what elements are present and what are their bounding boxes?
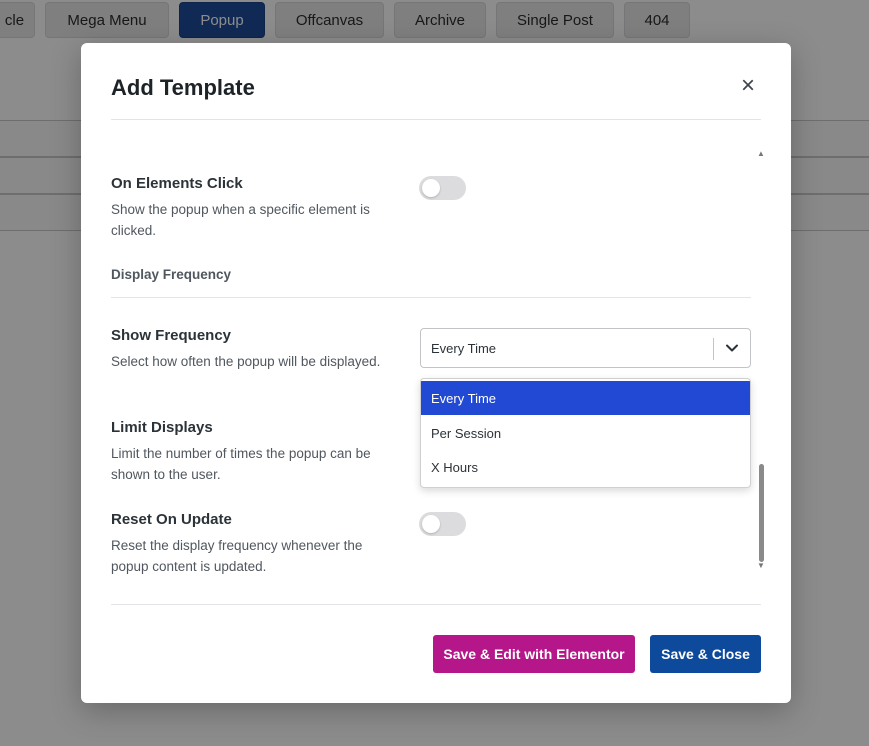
- option-every-time[interactable]: Every Time: [421, 381, 750, 415]
- setting-label: Reset On Update: [111, 511, 232, 528]
- setting-description: Select how often the popup will be displ…: [111, 354, 381, 369]
- footer-divider: [111, 604, 761, 605]
- show-frequency-select[interactable]: Every Time: [420, 328, 751, 368]
- select-value: Every Time: [431, 341, 497, 356]
- scroll-down-arrow-icon[interactable]: ▼: [757, 562, 765, 570]
- toggle-knob: [422, 179, 440, 197]
- setting-label: Show Frequency: [111, 327, 232, 344]
- setting-description: Limit the number of times the popup can …: [111, 446, 371, 482]
- settings-scroll-area[interactable]: On Elements Click Show the popup when a …: [111, 147, 765, 575]
- setting-show-frequency: Show Frequency Select how often the popu…: [111, 327, 401, 372]
- save-edit-elementor-button[interactable]: Save & Edit with Elementor: [433, 635, 635, 673]
- header-divider: [111, 119, 761, 120]
- show-frequency-dropdown: Every Time Per Session X Hours: [420, 378, 751, 488]
- save-close-button[interactable]: Save & Close: [650, 635, 761, 673]
- reset-on-update-toggle[interactable]: [419, 512, 466, 536]
- section-divider: [111, 297, 751, 298]
- display-frequency-heading: Display Frequency: [111, 267, 232, 282]
- setting-limit-displays: Limit Displays Limit the number of times…: [111, 419, 401, 485]
- chevron-down-icon: [726, 344, 738, 352]
- close-icon: ×: [740, 72, 755, 99]
- option-x-hours[interactable]: X Hours: [421, 450, 750, 484]
- setting-label: On Elements Click: [111, 175, 243, 192]
- add-template-modal: Add Template × On Elements Click Show th…: [81, 43, 791, 703]
- setting-description: Reset the display frequency whenever the…: [111, 538, 363, 574]
- option-per-session[interactable]: Per Session: [421, 416, 750, 450]
- toggle-knob: [422, 515, 440, 533]
- on-elements-click-toggle[interactable]: [419, 176, 466, 200]
- close-button[interactable]: ×: [737, 72, 759, 99]
- select-separator: [713, 338, 714, 360]
- modal-title: Add Template: [111, 75, 255, 100]
- setting-description: Show the popup when a specific element i…: [111, 202, 370, 238]
- scroll-up-arrow-icon[interactable]: ▲: [757, 150, 765, 158]
- setting-label: Limit Displays: [111, 419, 213, 436]
- scrollbar-thumb[interactable]: [759, 464, 764, 562]
- setting-on-elements-click: On Elements Click Show the popup when a …: [111, 175, 401, 241]
- setting-reset-on-update: Reset On Update Reset the display freque…: [111, 511, 401, 577]
